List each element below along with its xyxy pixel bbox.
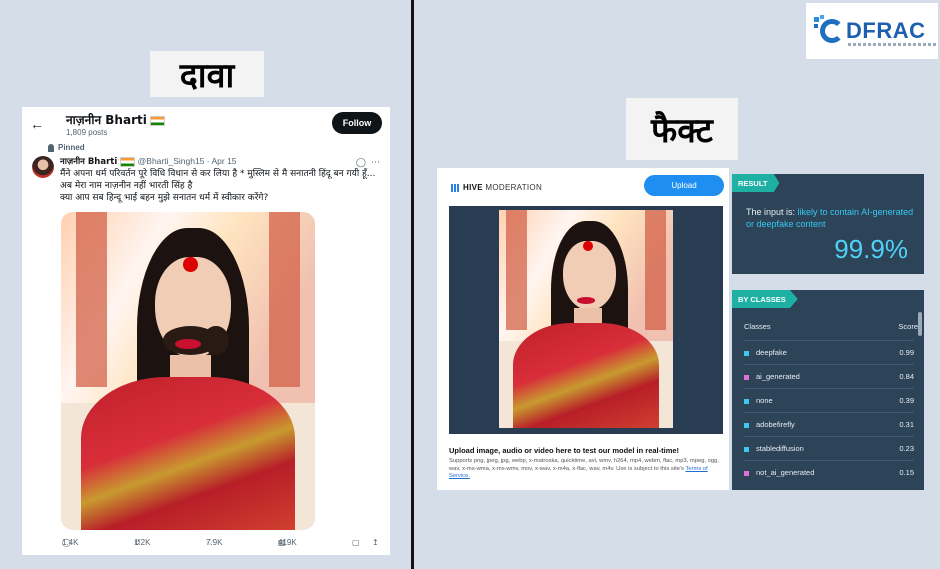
pin-icon bbox=[48, 143, 54, 152]
uploaded-image bbox=[499, 210, 673, 428]
more-options-icon[interactable]: ⋯ bbox=[371, 157, 380, 167]
author-name[interactable]: नाज़नीन Bharti bbox=[60, 157, 117, 167]
class-color-dot bbox=[744, 351, 749, 356]
grok-icon[interactable]: ◯ bbox=[356, 157, 366, 167]
score-column-header: Score bbox=[898, 322, 918, 331]
claim-label: दावा bbox=[150, 51, 264, 97]
share-icon[interactable]: ↥ bbox=[372, 538, 379, 547]
center-divider bbox=[411, 0, 414, 569]
class-row: deepfake 0.99 bbox=[744, 340, 914, 364]
tweet-card: ← नाज़नीन Bharti 1,809 posts Follow Pinn… bbox=[22, 107, 390, 555]
upload-info-title: Upload image, audio or video here to tes… bbox=[449, 446, 680, 455]
result-text: The input is: likely to contain AI-gener… bbox=[746, 207, 914, 229]
class-color-dot bbox=[744, 375, 749, 380]
upload-info-text: Supports png, jpeg, jpg, webp, x-matrosk… bbox=[449, 458, 719, 480]
india-flag-icon bbox=[149, 115, 165, 126]
india-flag-icon bbox=[120, 156, 136, 167]
avatar[interactable] bbox=[32, 156, 54, 178]
class-row: ai_generated 0.84 bbox=[744, 364, 914, 388]
preview-stage bbox=[449, 206, 723, 434]
post-text: मैंने अपना धर्म परिवर्तन पूरे विधि विधान… bbox=[60, 168, 382, 204]
classes-panel: BY CLASSES Classes Score deepfake 0.99 ai… bbox=[732, 290, 924, 490]
back-arrow-icon[interactable]: ← bbox=[30, 116, 44, 132]
post-menu: ◯ ⋯ bbox=[356, 157, 380, 168]
upload-info: Upload image, audio or video here to tes… bbox=[449, 446, 719, 481]
dfrac-logo: DFRAC bbox=[806, 3, 938, 59]
class-color-dot bbox=[744, 471, 749, 476]
class-row: none 0.39 bbox=[744, 388, 914, 412]
class-color-dot bbox=[744, 423, 749, 428]
post-text-line2: क्या आप सब हिन्दू भाई बहन मुझे सनातन धर्… bbox=[60, 193, 269, 203]
classes-column-header: Classes bbox=[744, 322, 771, 331]
hive-logo: HIVE MODERATION bbox=[451, 183, 542, 192]
pinned-indicator: Pinned bbox=[48, 143, 85, 152]
class-color-dot bbox=[744, 447, 749, 452]
result-tag: RESULT bbox=[732, 174, 780, 192]
profile-header: ← नाज़नीन Bharti 1,809 posts Follow bbox=[22, 107, 390, 141]
handle-date: @Bharti_Singh15 · Apr 15 bbox=[137, 156, 237, 166]
class-color-dot bbox=[744, 399, 749, 404]
logo-tagline-graphic bbox=[848, 43, 936, 46]
post-image[interactable] bbox=[61, 212, 315, 530]
classes-tag: BY CLASSES bbox=[732, 290, 798, 308]
result-percent: 99.9% bbox=[834, 234, 908, 264]
hive-bars-icon bbox=[451, 183, 459, 192]
logo-text: DFRAC bbox=[846, 18, 926, 43]
fact-label: फैक्ट bbox=[626, 98, 738, 160]
posts-count: 1,809 posts bbox=[66, 128, 108, 137]
class-row: not_ai_generated 0.15 bbox=[744, 460, 914, 484]
hive-moderation-panel: HIVE MODERATION Upload Upload image, aud… bbox=[437, 168, 729, 490]
class-row: adobefirefly 0.31 bbox=[744, 412, 914, 436]
result-panel: RESULT The input is: likely to contain A… bbox=[732, 174, 924, 274]
post-meta: नाज़नीन Bharti @Bharti_Singh15 · Apr 15 bbox=[60, 156, 380, 167]
upload-button[interactable]: Upload bbox=[644, 175, 724, 196]
dfrac-logo-icon bbox=[814, 15, 844, 47]
classes-header: Classes Score bbox=[744, 322, 918, 331]
class-row: stablediffusion 0.23 bbox=[744, 436, 914, 460]
follow-button[interactable]: Follow bbox=[332, 112, 382, 134]
post-text-line1: मैंने अपना धर्म परिवर्तन पूरे विधि विधान… bbox=[60, 169, 376, 191]
classes-scrollbar[interactable] bbox=[918, 312, 922, 336]
bookmark-icon[interactable]: ▢ bbox=[352, 538, 360, 547]
profile-name: नाज़नीन Bharti bbox=[66, 111, 165, 128]
